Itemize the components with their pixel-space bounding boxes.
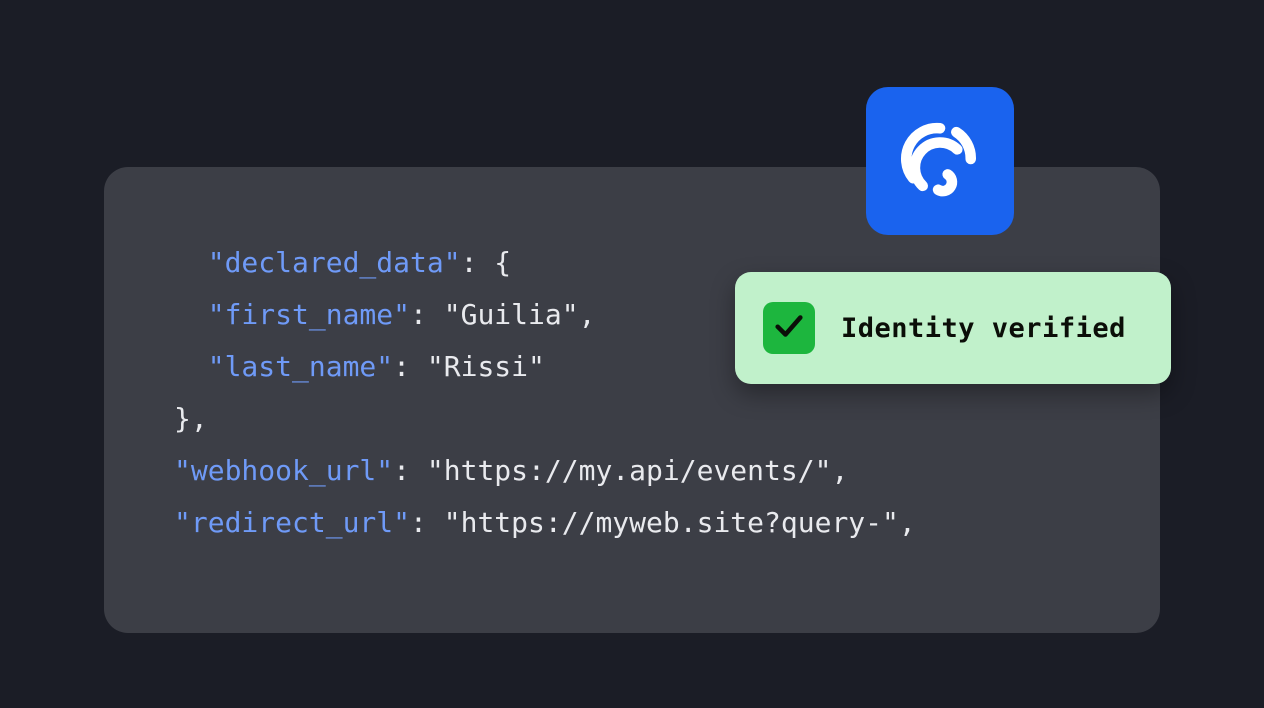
code-line: }, bbox=[174, 402, 208, 435]
json-rest: : { bbox=[461, 246, 512, 279]
check-icon bbox=[772, 309, 806, 347]
json-rest: : "https://myweb.site?query-", bbox=[410, 506, 916, 539]
json-key: "redirect_url" bbox=[174, 506, 410, 539]
json-key: "first_name" bbox=[208, 298, 410, 331]
json-key: "declared_data" bbox=[208, 246, 461, 279]
json-rest: : "Guilia", bbox=[410, 298, 595, 331]
fingerprint-badge bbox=[866, 87, 1014, 235]
json-rest: : "Rissi" bbox=[393, 350, 545, 383]
code-line: "webhook_url": "https://my.api/events/", bbox=[174, 454, 848, 487]
code-line: "redirect_url": "https://myweb.site?quer… bbox=[174, 506, 916, 539]
identity-verified-label: Identity verified bbox=[841, 313, 1126, 344]
json-key: "last_name" bbox=[208, 350, 393, 383]
code-line: "declared_data": { bbox=[174, 246, 511, 279]
code-line: "first_name": "Guilia", bbox=[174, 298, 595, 331]
check-square bbox=[763, 302, 815, 354]
json-rest: : "https://my.api/events/", bbox=[393, 454, 848, 487]
code-line: "last_name": "Rissi" bbox=[174, 350, 545, 383]
code-panel: "declared_data": { "first_name": "Guilia… bbox=[104, 167, 1160, 633]
identity-verified-card: Identity verified bbox=[735, 272, 1171, 384]
json-key: "webhook_url" bbox=[174, 454, 393, 487]
fingerprint-icon bbox=[892, 111, 988, 211]
